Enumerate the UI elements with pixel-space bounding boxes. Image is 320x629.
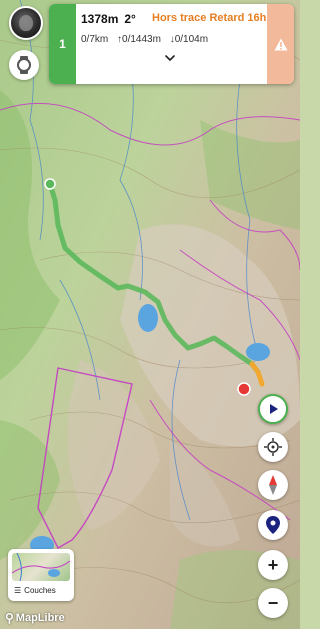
minus-icon: −: [267, 593, 279, 613]
layers-thumbnail: [12, 553, 70, 581]
marker-button[interactable]: [258, 510, 288, 540]
maplibre-logo-icon: ⚲: [5, 611, 14, 625]
play-button[interactable]: [258, 394, 288, 424]
user-avatar[interactable]: [9, 6, 43, 40]
watch-icon: [17, 56, 31, 74]
stage-number: 1: [49, 4, 76, 84]
off-track-status: Hors trace Retard 16h: [152, 12, 267, 24]
layers-button[interactable]: ☰ Couches: [8, 549, 74, 601]
warning-icon: [274, 38, 287, 50]
watch-button[interactable]: [9, 50, 39, 80]
plus-icon: +: [267, 555, 279, 575]
layers-icon: ☰: [14, 586, 22, 595]
map-canvas: [0, 0, 300, 629]
distance-value: 0/7km: [81, 34, 109, 45]
attribution-text: MapLibre: [15, 612, 65, 624]
temperature-value: 2°: [124, 12, 136, 26]
altitude-value: 1378m: [81, 12, 119, 26]
progress-stats: 0/7km ↑0/1443m ↓0/104m: [81, 34, 214, 45]
play-icon: [270, 404, 278, 414]
ascent-value: ↑0/1443m: [117, 34, 161, 45]
topographic-map[interactable]: [0, 0, 300, 629]
zoom-in-button[interactable]: +: [258, 550, 288, 580]
zoom-out-button[interactable]: −: [258, 588, 288, 618]
compass-button[interactable]: [258, 470, 288, 500]
locate-button[interactable]: [258, 432, 288, 462]
tracking-info-panel[interactable]: 1 1378m 2° Hors trace Retard 16h 0/7km ↑0…: [49, 4, 294, 84]
descent-value: ↓0/104m: [169, 34, 209, 45]
altitude-temperature: 1378m 2°: [81, 12, 136, 26]
map-marker-icon: [266, 516, 280, 534]
chevron-down-icon[interactable]: [163, 53, 177, 63]
crosshair-icon: [264, 438, 282, 456]
layers-label: Couches: [24, 586, 56, 595]
compass-icon: [269, 475, 277, 495]
maplibre-attribution[interactable]: ⚲ MapLibre: [5, 611, 65, 625]
warning-badge[interactable]: [267, 4, 294, 84]
